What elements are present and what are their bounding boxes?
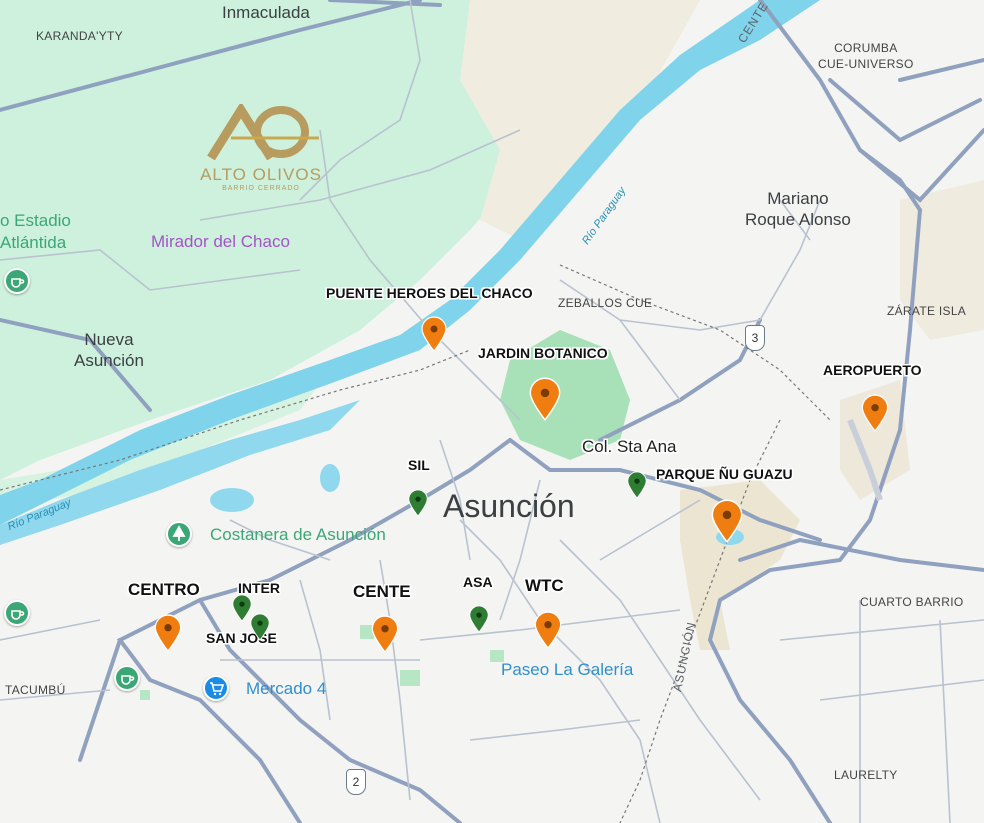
place-inmaculada: Inmaculada [222, 3, 310, 22]
place-zarate-isla: ZÁRATE ISLA [887, 304, 967, 318]
logo-title: ALTO OLIVOS [200, 165, 322, 184]
pin-label-wtc: WTC [525, 576, 564, 595]
alto-olivos-logo-mark [207, 101, 319, 161]
pin-label-parque: PARQUE ÑU GUAZU [656, 466, 793, 482]
orange-pin-marker-puente[interactable] [421, 316, 447, 352]
poi-costanera-de-asuncion[interactable]: Costanera de Asunción [210, 525, 386, 545]
place-zeballos-cue: ZEBALLOS CUE [558, 296, 653, 310]
logo-subtitle: BARRIO CERRADO [222, 185, 300, 192]
orange-pin-marker-jardin[interactable] [528, 377, 562, 421]
poi-mercado-4[interactable]: Mercado 4 [246, 679, 326, 699]
orange-pin-marker-cente[interactable] [371, 615, 399, 653]
green-pin-marker-asa[interactable] [469, 605, 489, 633]
pin-label-puente: PUENTE HEROES DEL CHACO [326, 285, 533, 301]
cafe-icon[interactable] [114, 665, 140, 691]
alto-olivos-logo: ALTO OLIVOS BARRIO CERRADO [196, 101, 326, 192]
orange-pin-marker-wtc[interactable] [534, 611, 562, 649]
pin-label-centro: CENTRO [128, 580, 200, 599]
place-laurelty: LAURELTY [834, 768, 898, 782]
poi-mirador-del-chaco[interactable]: Mirador del Chaco [151, 232, 290, 252]
place-col-sta-ana: Col. Sta Ana [582, 437, 677, 456]
shopping-cart-icon[interactable] [203, 675, 229, 701]
orange-pin-marker-aeropuerto[interactable] [861, 394, 889, 432]
pin-label-asa: ASA [463, 574, 493, 590]
pin-label-aeropuerto: AEROPUERTO [823, 362, 922, 378]
pin-label-jardin: JARDIN BOTANICO [478, 345, 608, 361]
park-tree-icon[interactable] [166, 521, 192, 547]
green-pin-marker-sil[interactable] [408, 489, 428, 517]
cafe-icon[interactable] [4, 268, 30, 294]
map-canvas[interactable]: ALTO OLIVOS BARRIO CERRADO Inmaculada KA… [0, 0, 984, 823]
place-asuncion-city: Asunción [443, 488, 575, 524]
orange-pin-marker-centro[interactable] [154, 614, 182, 652]
poi-paseo-la-galeria[interactable]: Paseo La Galería [501, 660, 633, 680]
green-pin-marker-parque[interactable] [627, 471, 647, 499]
green-pin-marker-san-jose[interactable] [250, 613, 270, 641]
place-mariano-roque-alonso: Mariano Roque Alonso [745, 189, 851, 229]
place-cuarto-barrio: CUARTO BARRIO [860, 595, 964, 609]
pin-label-cente: CENTE [353, 582, 411, 601]
green-pin-marker-inter[interactable] [232, 594, 252, 622]
place-corumba: CORUMBA CUE-UNIVERSO [818, 41, 914, 71]
poi-estadio-atlantida[interactable]: o Estadio Atlántida [0, 210, 71, 254]
cafe-icon[interactable] [4, 600, 30, 626]
map-base-layer [0, 0, 984, 823]
orange-pin-marker-parque[interactable] [710, 499, 744, 543]
route-2-shield: 2 [346, 769, 366, 795]
place-karandayty: KARANDA'YTY [36, 29, 123, 43]
place-nueva-asuncion: Nueva Asunción [74, 330, 144, 370]
route-3-shield: 3 [745, 325, 765, 351]
pin-label-sil: SIL [408, 457, 430, 473]
place-tacumbu: TACUMBÚ [5, 683, 66, 697]
